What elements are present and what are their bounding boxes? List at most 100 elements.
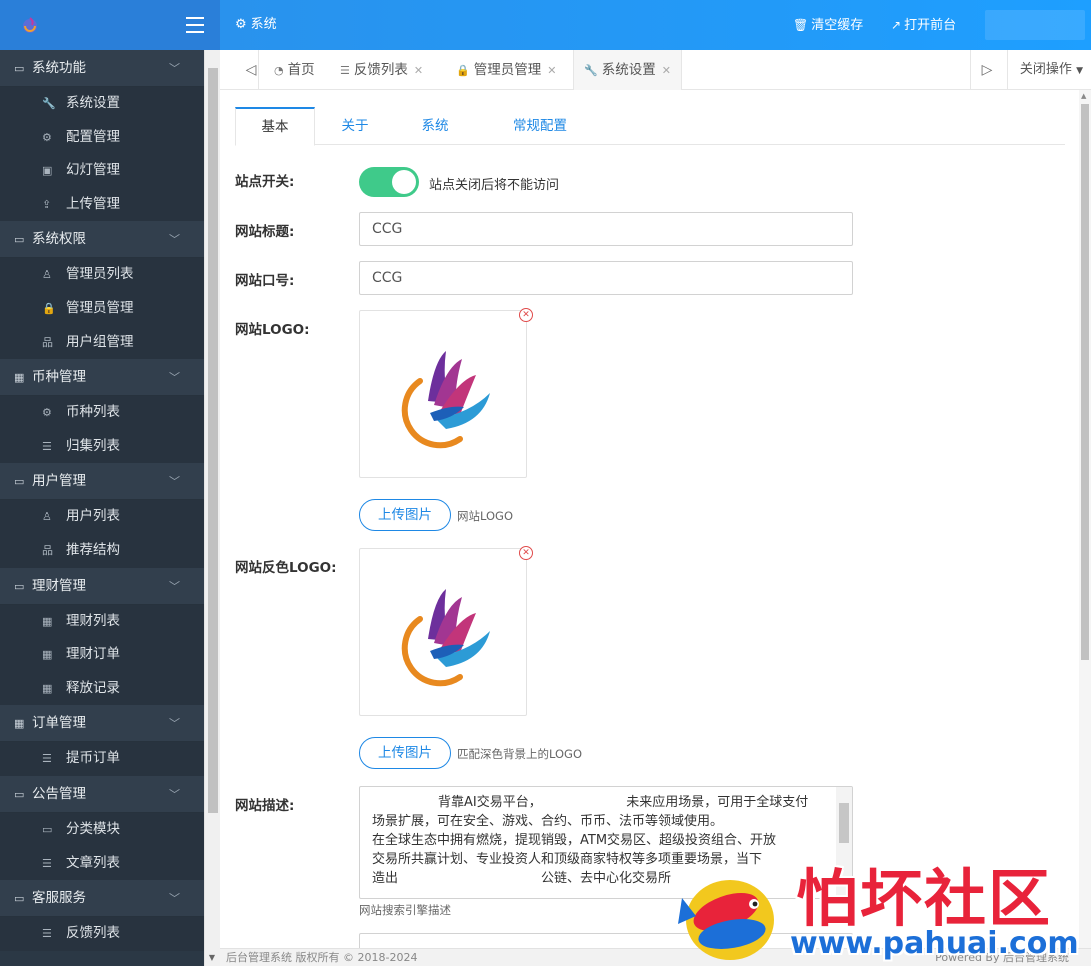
- clear-cache-button[interactable]: 🗑 清空缓存: [793, 0, 863, 50]
- sidebar-item[interactable]: 品推荐结构: [0, 533, 204, 568]
- inbox-icon: ▭: [42, 822, 53, 836]
- sidebar-group: ▭ 用户管理 ﹀ ♙ 用户列表品推荐结构: [0, 463, 204, 568]
- user-menu[interactable]: [985, 10, 1085, 40]
- tab-system-settings[interactable]: 🔧 系统设置 ✕: [573, 50, 682, 90]
- sidebar-group-header[interactable]: ▭ 用户管理 ﹀: [0, 463, 204, 501]
- close-icon[interactable]: ✕: [662, 64, 671, 77]
- subtab-basic[interactable]: 基本: [235, 107, 315, 146]
- close-icon[interactable]: ✕: [547, 64, 556, 77]
- site-switch-toggle[interactable]: [359, 167, 419, 197]
- sidebar-item[interactable]: 品用户组管理: [0, 325, 204, 360]
- sidebar-item-label: 管理员列表: [66, 266, 134, 283]
- sidebar-item[interactable]: ⇪ 上传管理: [0, 187, 204, 222]
- tab-home[interactable]: ◔ 首页: [274, 50, 315, 90]
- sidebar-group: ▭ 客服服务 ﹀ ☰ 反馈列表: [0, 880, 204, 951]
- chevron-down-icon: ﹀: [169, 717, 180, 731]
- wrench-icon: 🔧: [584, 64, 598, 77]
- close-icon[interactable]: ✕: [414, 64, 423, 77]
- next-field-input[interactable]: [359, 933, 853, 948]
- gears-icon: ⚙: [42, 130, 52, 144]
- sidebar-group-header[interactable]: ▭ 公告管理 ﹀: [0, 775, 204, 813]
- sidebar-item[interactable]: ☰ 反馈列表: [0, 917, 204, 951]
- scroll-up-arrow[interactable]: ▲: [1081, 92, 1086, 100]
- sidebar-item[interactable]: ☰ 提币订单: [0, 742, 204, 776]
- sidebar-group-label: 订单管理: [32, 715, 86, 732]
- sidebar-scroll-down-arrow[interactable]: ▼: [204, 950, 220, 966]
- tab-label: 反馈列表: [353, 62, 408, 78]
- sidebar-group-header[interactable]: ▦ 币种管理 ﹀: [0, 359, 204, 397]
- module-label: 系统: [250, 17, 277, 32]
- subtab-general-config[interactable]: 常规配置: [485, 107, 595, 145]
- menu-toggle-button[interactable]: [186, 17, 204, 33]
- sidebar-group-label: 理财管理: [32, 577, 86, 594]
- site-slogan-input[interactable]: CCG: [359, 261, 853, 295]
- sidebar-item[interactable]: ▦ 释放记录: [0, 671, 204, 706]
- dashboard-icon: ◔: [274, 64, 284, 77]
- textarea-scrollbar[interactable]: [836, 787, 852, 898]
- content-scrollbar[interactable]: ▲: [1079, 90, 1091, 948]
- sidebar-group-label: 公告管理: [32, 785, 86, 802]
- sidebar-scrollbar[interactable]: [204, 50, 220, 966]
- sidebar-group-header[interactable]: ▭ 系统权限 ﹀: [0, 221, 204, 259]
- site-desc-hint: 网站搜索引擎描述: [359, 903, 451, 917]
- subtab-about[interactable]: 关于: [315, 107, 395, 145]
- site-slogan-label: 网站口号:: [235, 273, 295, 289]
- tab-admin-manage[interactable]: 🔒 管理员管理 ✕: [456, 50, 556, 90]
- sidebar-item[interactable]: ⚙ 配置管理: [0, 120, 204, 155]
- sidebar-group-header[interactable]: ▭ 系统功能 ﹀: [0, 50, 204, 87]
- sidebar-item[interactable]: 🔒 管理员管理: [0, 291, 204, 326]
- site-desc-textarea[interactable]: 背靠AI交易平台， 未来应用场景，可用于全球支付 场景扩展，可在安全、游戏、合约…: [359, 786, 853, 899]
- open-frontend-button[interactable]: ↗ 打开前台: [891, 0, 956, 50]
- desc-line: 场景扩展，可在安全、游戏、合约、币币、法币等领域使用。: [372, 814, 724, 829]
- sidebar-group-header[interactable]: ▦ 订单管理 ﹀: [0, 705, 204, 743]
- upload-logo-button[interactable]: 上传图片: [359, 499, 451, 531]
- sidebar-group-header[interactable]: ▭ 理财管理 ﹀: [0, 567, 204, 605]
- list-icon: ☰: [42, 856, 52, 870]
- upload-logo-inverse-hint: 匹配深色背景上的LOGO: [457, 747, 583, 761]
- tabs-prev-icon[interactable]: ◁: [236, 50, 266, 90]
- subtab-system[interactable]: 系统: [395, 107, 475, 145]
- sidebar-item-label: 币种列表: [66, 404, 120, 421]
- sidebar-item[interactable]: ▭ 分类模块: [0, 812, 204, 847]
- folder-icon: ▭: [14, 892, 25, 906]
- sidebar-item[interactable]: ♙ 管理员列表: [0, 258, 204, 292]
- sidebar-item-label: 反馈列表: [66, 925, 120, 942]
- tabs-next-icon[interactable]: ▷: [972, 50, 1002, 90]
- sidebar-item[interactable]: ♙ 用户列表: [0, 500, 204, 534]
- sidebar-item[interactable]: ☰ 文章列表: [0, 846, 204, 881]
- sidebar-item[interactable]: ⚙ 币种列表: [0, 396, 204, 430]
- upload-logo-inverse-button[interactable]: 上传图片: [359, 737, 451, 769]
- top-bar: ⚙ 系统 🗑 清空缓存 ↗ 打开前台: [0, 0, 1091, 50]
- content-scroll-thumb[interactable]: [1081, 104, 1089, 660]
- close-operations-dropdown[interactable]: 关闭操作 ▼: [1006, 50, 1091, 90]
- remove-logo-icon[interactable]: ✕: [519, 308, 533, 322]
- chevron-down-icon: ﹀: [169, 233, 180, 247]
- sidebar-scroll-thumb[interactable]: [208, 68, 218, 813]
- folder-icon: ▭: [14, 233, 25, 247]
- gear-icon: ⚙: [235, 17, 247, 32]
- sidebar-item[interactable]: ▦ 理财订单: [0, 638, 204, 672]
- sidebar-item[interactable]: ▣ 幻灯管理: [0, 154, 204, 188]
- textarea-scroll-thumb[interactable]: [839, 803, 849, 843]
- close-operations-label: 关闭操作: [1019, 62, 1072, 77]
- clear-cache-label: 清空缓存: [811, 18, 864, 33]
- module-system[interactable]: ⚙ 系统: [235, 0, 277, 50]
- folder-icon: ▭: [14, 475, 25, 489]
- site-logo-label: 网站LOGO:: [235, 322, 310, 338]
- site-logo-inverse-label: 网站反色LOGO:: [235, 560, 337, 576]
- wrench-icon: 🔧: [42, 97, 56, 110]
- app-logo: [23, 17, 37, 33]
- sidebar-item[interactable]: 🔧 系统设置: [0, 87, 204, 121]
- sidebar-group-header[interactable]: ▭ 客服服务 ﹀: [0, 880, 204, 918]
- sidebar-item[interactable]: ☰ 归集列表: [0, 429, 204, 464]
- site-title-input[interactable]: CCG: [359, 212, 853, 246]
- upload-logo-hint: 网站LOGO: [457, 509, 514, 523]
- remove-logo-inverse-icon[interactable]: ✕: [519, 546, 533, 560]
- sidebar-item[interactable]: ▦ 理财列表: [0, 604, 204, 639]
- lock-icon: 🔒: [456, 64, 470, 77]
- sidebar-item-label: 上传管理: [66, 195, 120, 212]
- image-icon: ▣: [42, 164, 53, 178]
- tab-feedback-list[interactable]: ☰ 反馈列表 ✕: [340, 50, 423, 90]
- chevron-down-icon: ﹀: [169, 475, 180, 489]
- sidebar-group-label: 系统功能: [32, 60, 86, 76]
